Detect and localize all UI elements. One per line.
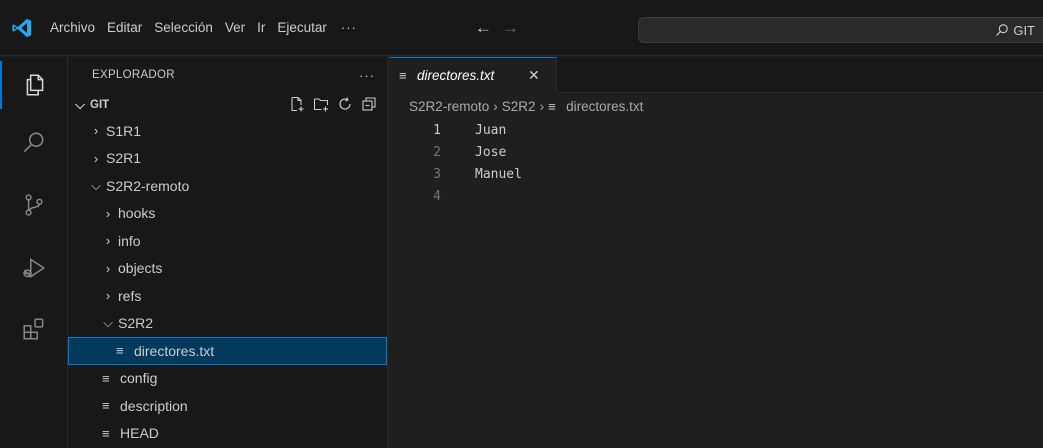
chevron-right-icon: › (105, 233, 111, 249)
explorer-sidebar: EXPLORADOR ··· ⌵ GIT › S1R1 › S2R1 ⌵ S2R… (68, 57, 388, 448)
tree-item-label: refs (118, 287, 142, 304)
tree-item-label: S1R1 (106, 122, 142, 139)
search-icon (996, 24, 1009, 36)
chevron-right-icon: › (93, 123, 99, 139)
chevron-down-icon: ⌵ (75, 97, 85, 112)
search-text: GIT (1013, 22, 1035, 38)
tree-item-info[interactable]: › info (68, 227, 387, 255)
breadcrumb-item[interactable]: S2R2-remoto (409, 99, 489, 114)
explorer-icon[interactable] (0, 61, 68, 109)
menu-ejecutar[interactable]: Ejecutar (271, 0, 333, 56)
tree-item-label: S2R1 (106, 150, 142, 167)
line-number: 3 (433, 166, 441, 182)
editor-tabs: ≡ directores.txt ✕ (389, 57, 1043, 93)
line-number: 4 (433, 188, 441, 204)
explorer-more-icon[interactable]: ··· (359, 68, 375, 83)
code-line[interactable]: 4 (389, 185, 1043, 207)
tree-item-head[interactable]: ≡ HEAD (68, 420, 387, 448)
breadcrumb-item[interactable]: S2R2 (502, 99, 536, 114)
editor-area: ≡ directores.txt ✕ S2R2-remoto › S2R2 › … (389, 57, 1043, 448)
arrow-back-icon[interactable]: ← (475, 18, 492, 38)
tree-item-directores-txt[interactable]: ≡ directores.txt (68, 337, 387, 365)
tree-item-label: info (118, 232, 141, 249)
chevron-down-icon: ⌵ (91, 177, 101, 193)
code-line[interactable]: 1 Juan (389, 119, 1043, 141)
tree-item-label: S2R2-remoto (106, 177, 190, 194)
tree-item-label: HEAD (120, 425, 159, 442)
menu-editar[interactable]: Editar (101, 0, 148, 56)
code-editor[interactable]: 1 Juan 2 Jose 3 Manuel 4 (389, 119, 1043, 207)
tree-item-s1r1[interactable]: › S1R1 (68, 117, 387, 145)
explorer-title: EXPLORADOR (92, 69, 175, 81)
menu-seleccion[interactable]: Selección (148, 0, 219, 56)
chevron-right-icon: › (105, 260, 111, 276)
menu-bar: Archivo Editar Selección Ver Ir Ejecutar… (44, 0, 365, 56)
workspace-section-git[interactable]: ⌵ GIT (68, 93, 387, 117)
explorer-header: EXPLORADOR ··· (68, 57, 387, 93)
tree-item-label: config (120, 370, 158, 387)
line-text[interactable]: Juan (475, 123, 506, 138)
run-debug-icon[interactable] (0, 244, 68, 292)
tree-item-config[interactable]: ≡ config (68, 365, 387, 393)
text-file-icon: ≡ (102, 398, 110, 414)
chevron-down-icon: ⌵ (103, 315, 113, 331)
text-file-icon: ≡ (548, 98, 556, 114)
tree-item-hooks[interactable]: › hooks (68, 200, 387, 228)
collapse-all-icon[interactable] (361, 96, 377, 112)
tree-item-label: objects (118, 260, 163, 277)
search-view-icon[interactable] (0, 119, 68, 167)
line-number: 2 (433, 144, 441, 160)
activity-bar (0, 57, 68, 448)
tree-item-label: description (120, 397, 188, 414)
tree-item-label: directores.txt (134, 342, 215, 359)
line-number: 1 (433, 122, 441, 138)
tree-item-s2r2-remoto[interactable]: ⌵ S2R2-remoto (68, 172, 387, 200)
new-folder-icon[interactable] (313, 96, 329, 112)
line-text[interactable]: Manuel (475, 167, 522, 182)
chevron-right-icon: › (105, 205, 111, 221)
text-file-icon: ≡ (116, 343, 124, 359)
title-bar: Archivo Editar Selección Ver Ir Ejecutar… (0, 0, 1043, 56)
tab-directores-txt[interactable]: ≡ directores.txt ✕ (389, 57, 557, 93)
tree-item-refs[interactable]: › refs (68, 282, 387, 310)
source-control-icon[interactable] (0, 181, 68, 229)
tree-item-label: S2R2 (118, 315, 154, 332)
tree-item-s2r2[interactable]: ⌵ S2R2 (68, 310, 387, 338)
arrow-forward-icon[interactable]: → (502, 18, 519, 38)
file-tree: › S1R1 › S2R1 ⌵ S2R2-remoto › hooks › in… (68, 117, 387, 447)
refresh-icon[interactable] (337, 96, 353, 112)
extensions-icon[interactable] (0, 305, 68, 353)
new-file-icon[interactable] (289, 96, 305, 112)
close-icon[interactable]: ✕ (528, 67, 540, 84)
breadcrumb-item[interactable]: directores.txt (566, 99, 643, 114)
chevron-right-icon: › (539, 98, 545, 114)
command-center-search[interactable]: GIT (638, 17, 1043, 43)
breadcrumb: S2R2-remoto › S2R2 › ≡ directores.txt (389, 93, 1043, 119)
section-actions (289, 96, 377, 112)
menu-archivo[interactable]: Archivo (44, 0, 101, 56)
navigation-arrows: ← → (475, 18, 519, 38)
tree-item-s2r1[interactable]: › S2R1 (68, 145, 387, 173)
tab-label: directores.txt (417, 68, 495, 83)
menu-ir[interactable]: Ir (251, 0, 271, 56)
chevron-right-icon: › (105, 288, 111, 304)
code-line[interactable]: 2 Jose (389, 141, 1043, 163)
code-line[interactable]: 3 Manuel (389, 163, 1043, 185)
chevron-right-icon: › (493, 98, 498, 114)
menu-ver[interactable]: Ver (219, 0, 251, 56)
text-file-icon: ≡ (102, 425, 110, 441)
chevron-right-icon: › (93, 150, 99, 166)
tree-item-description[interactable]: ≡ description (68, 392, 387, 420)
text-file-icon: ≡ (102, 370, 110, 386)
line-text[interactable]: Jose (475, 145, 506, 160)
tree-item-objects[interactable]: › objects (68, 255, 387, 283)
workspace-name: GIT (90, 99, 110, 111)
vscode-logo-icon[interactable] (0, 0, 44, 56)
text-file-icon: ≡ (399, 68, 407, 83)
menu-more-icon[interactable]: ··· (333, 20, 365, 35)
tree-item-label: hooks (118, 205, 156, 222)
